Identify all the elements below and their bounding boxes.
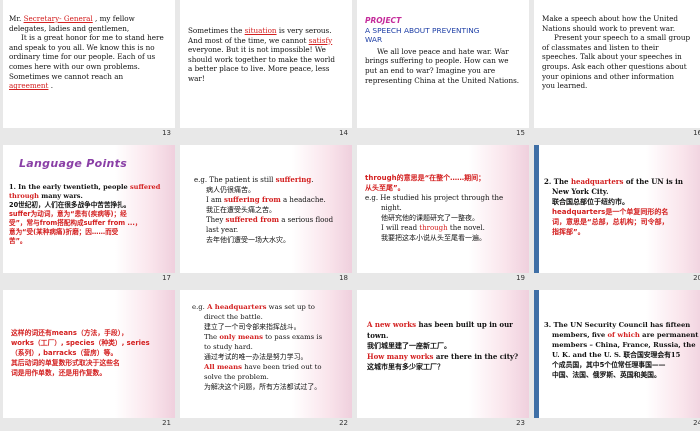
slide-sorter-grid: Mr. Secretary- General , my fellow deleg… [0,0,700,431]
slide-canvas: through的意思是“在整个……期间； 从头至尾”。 e.g. He stud… [357,145,529,273]
slide-text: 1. In the early twentieth, people suffer… [9,183,161,245]
slide-text: e.g. A headquarters was set up to direct… [192,303,323,391]
slide-canvas: 这样的词还有means（方法，手段）， works（工厂）, species（种… [3,290,175,418]
slide-number: 22 [339,419,348,427]
slide-number: 20 [693,274,700,282]
slide-title: Language Points [19,157,128,170]
slide-canvas: e.g. The patient is still suffering. 病人仍… [180,145,352,273]
slide-text: e.g. The patient is still suffering. 病人仍… [194,175,334,244]
slide-number: 13 [162,129,171,137]
slide-canvas: Mr. Secretary- General , my fellow deleg… [3,0,175,128]
slide-number: 17 [162,274,171,282]
slide-number: 24 [693,419,700,427]
slide-text: PROJECT A SPEECH ABOUT PREVENTING WAR We… [365,16,520,85]
slide-text: Sometimes the situation is very serous. … [188,26,335,83]
slide-accent-bar [534,145,539,273]
slide-thumbnail-21[interactable]: 这样的词还有means（方法，手段）， works（工厂）, species（种… [3,290,175,430]
slide-text: through的意思是“在整个……期间； 从头至尾”。 e.g. He stud… [365,174,504,242]
slide-text: Mr. Secretary- General , my fellow deleg… [9,14,164,91]
slide-canvas: 3. The UN Security Council has fifteen m… [534,290,700,418]
slide-thumbnail-23[interactable]: A new works has been built up in our tow… [357,290,529,430]
slide-number: 21 [162,419,171,427]
slide-text: A new works has been built up in our tow… [367,320,519,371]
slide-thumbnail-19[interactable]: through的意思是“在整个……期间； 从头至尾”。 e.g. He stud… [357,145,529,285]
slide-canvas: PROJECT A SPEECH ABOUT PREVENTING WAR We… [357,0,529,128]
slide-thumbnail-18[interactable]: e.g. The patient is still suffering. 病人仍… [180,145,352,285]
slide-canvas: Language Points 1. In the early twentiet… [3,145,175,273]
slide-thumbnail-20[interactable]: 2. The headquarters of the UN is in New … [534,145,700,285]
slide-thumbnail-15[interactable]: PROJECT A SPEECH ABOUT PREVENTING WAR We… [357,0,529,140]
slide-text: Make a speech about how the United Natio… [542,14,691,91]
slide-thumbnail-13[interactable]: Mr. Secretary- General , my fellow deleg… [3,0,175,140]
slide-canvas: e.g. A headquarters was set up to direct… [180,290,352,418]
slide-text: 3. The UN Security Council has fifteen m… [544,321,699,379]
slide-thumbnail-22[interactable]: e.g. A headquarters was set up to direct… [180,290,352,430]
slide-number: 14 [339,129,348,137]
slide-number: 18 [339,274,348,282]
slide-thumbnail-14[interactable]: Sometimes the situation is very serous. … [180,0,352,140]
slide-canvas: Make a speech about how the United Natio… [534,0,700,128]
slide-thumbnail-17[interactable]: Language Points 1. In the early twentiet… [3,145,175,285]
slide-canvas: Sometimes the situation is very serous. … [180,0,352,128]
slide-number: 23 [516,419,525,427]
slide-canvas: A new works has been built up in our tow… [357,290,529,418]
slide-number: 15 [516,129,525,137]
slide-accent-bar [534,290,539,418]
slide-number: 16 [693,129,700,137]
slide-number: 19 [516,274,525,282]
slide-thumbnail-24[interactable]: 3. The UN Security Council has fifteen m… [534,290,700,430]
slide-canvas: 2. The headquarters of the UN is in New … [534,145,700,273]
slide-text: 2. The headquarters of the UN is in New … [544,177,683,236]
slide-text: 这样的词还有means（方法，手段）， works（工厂）, species（种… [11,329,150,377]
slide-thumbnail-16[interactable]: Make a speech about how the United Natio… [534,0,700,140]
